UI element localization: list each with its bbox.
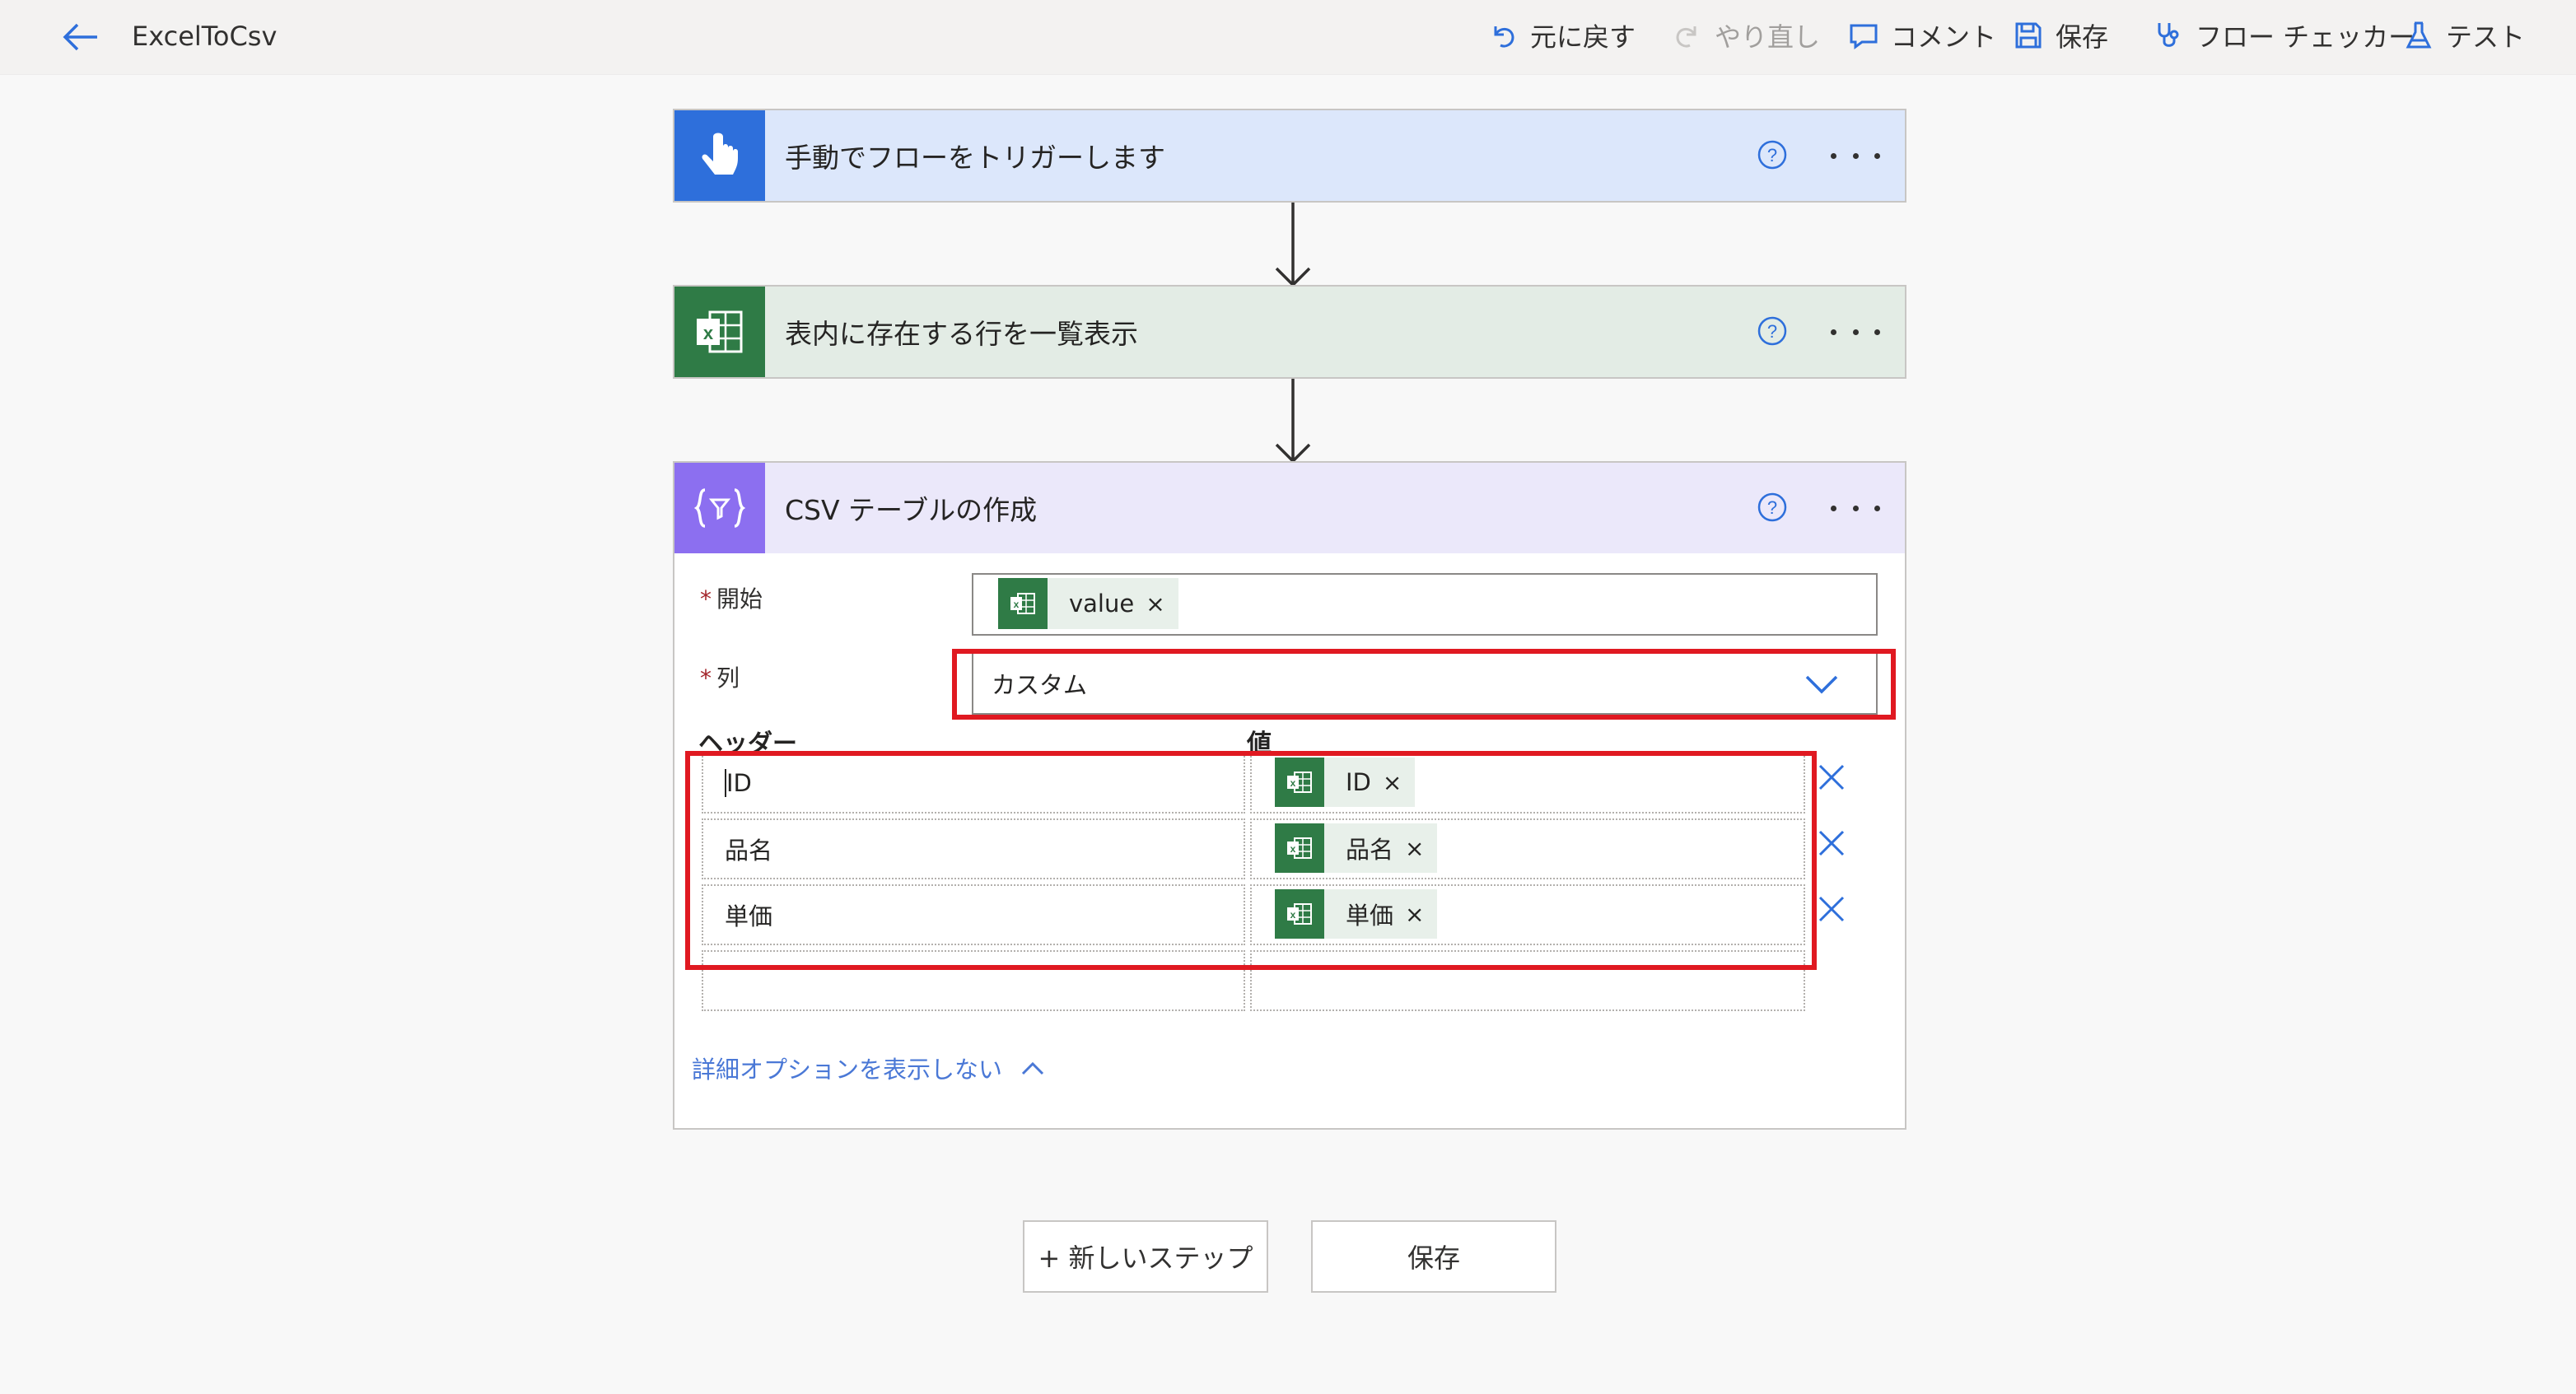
- svg-text:x: x: [1290, 777, 1296, 789]
- comment-label: コメント: [1891, 21, 1997, 53]
- flask-icon: [2406, 21, 2432, 49]
- from-token-label: value: [1069, 590, 1135, 618]
- value-cell-input[interactable]: [1250, 950, 1805, 1011]
- svg-text:x: x: [1290, 843, 1296, 855]
- remove-token-icon[interactable]: ×: [1383, 769, 1402, 796]
- undo-label: 元に戻す: [1530, 21, 1636, 53]
- flow-checker-label: フロー チェッカー: [2196, 21, 2415, 53]
- header-cell-text: ID: [725, 769, 752, 797]
- excel-icon: x: [1275, 889, 1324, 939]
- header-cell-text: 単価: [725, 902, 773, 930]
- svg-text:x: x: [703, 323, 714, 343]
- from-dynamic-token[interactable]: x value ×: [998, 578, 1178, 629]
- save-icon: [2015, 22, 2042, 49]
- advanced-options-label: 詳細オプションを表示しない: [692, 1056, 1003, 1084]
- hide-advanced-options-link[interactable]: 詳細オプションを表示しない: [692, 1051, 1045, 1085]
- header-cell-input[interactable]: ID: [702, 753, 1245, 814]
- more-options-icon[interactable]: [1831, 315, 1880, 348]
- new-step-button[interactable]: + 新しいステップ: [1023, 1220, 1268, 1293]
- excel-icon: x: [1275, 823, 1324, 873]
- create-csv-step-title: CSV テーブルの作成: [785, 494, 1038, 526]
- delete-row-icon[interactable]: [1815, 893, 1848, 925]
- from-field-label: * 開始: [700, 585, 763, 613]
- redo-button[interactable]: やり直し: [1672, 15, 1820, 56]
- value-token-label: ID: [1346, 768, 1371, 796]
- comment-button[interactable]: コメント: [1848, 15, 1996, 56]
- more-options-icon[interactable]: [1831, 139, 1880, 172]
- chevron-up-icon: [1021, 1061, 1044, 1075]
- trigger-step-title: 手動でフローをトリガーします: [785, 142, 1165, 174]
- list-rows-step-card[interactable]: x 表内に存在する行を一覧表示 ?: [673, 285, 1906, 379]
- back-button[interactable]: [58, 16, 104, 58]
- touch-icon: [674, 110, 765, 201]
- svg-text:?: ?: [1767, 145, 1777, 166]
- delete-row-icon[interactable]: [1815, 827, 1848, 860]
- svg-text:?: ?: [1767, 497, 1777, 518]
- save-command-button[interactable]: 保存: [2013, 15, 2108, 56]
- delete-row-icon[interactable]: [1815, 761, 1848, 794]
- columns-dropdown-value: カスタム: [992, 671, 1088, 699]
- undo-button[interactable]: 元に戻す: [1487, 15, 1636, 56]
- undo-icon: [1494, 26, 1514, 48]
- svg-text:?: ?: [1767, 321, 1777, 342]
- save-command-label: 保存: [2056, 21, 2109, 53]
- value-dynamic-token[interactable]: x 単価 ×: [1275, 889, 1438, 939]
- connector-arrow-icon: [1275, 203, 1311, 287]
- value-dynamic-token[interactable]: x ID ×: [1275, 758, 1416, 807]
- flow-title: ExcelToCsv: [132, 21, 278, 52]
- header-cell-input[interactable]: 品名: [702, 818, 1245, 879]
- flow-checker-button[interactable]: フロー チェッカー: [2153, 15, 2415, 56]
- remove-token-icon[interactable]: ×: [1146, 590, 1164, 618]
- data-operation-icon: [674, 463, 765, 553]
- command-bar: ExcelToCsv 元に戻す やり直し コメント 保存 フロー チェッカー テ…: [0, 0, 2576, 75]
- test-label: テスト: [2446, 21, 2526, 53]
- list-rows-step-title: 表内に存在する行を一覧表示: [785, 318, 1138, 350]
- value-token-label: 単価: [1346, 902, 1394, 930]
- back-arrow-icon: [63, 23, 97, 51]
- save-button[interactable]: 保存: [1311, 1220, 1556, 1293]
- excel-icon: x: [998, 578, 1048, 629]
- excel-icon: x: [1275, 758, 1324, 807]
- columns-dropdown[interactable]: カスタム: [972, 652, 1878, 715]
- help-icon[interactable]: ?: [1757, 492, 1788, 523]
- svg-text:x: x: [1290, 909, 1296, 921]
- value-token-label: 品名: [1346, 836, 1394, 864]
- connector-arrow-icon: [1275, 379, 1311, 464]
- redo-label: やり直し: [1715, 21, 1821, 53]
- columns-field-label: * 列: [700, 664, 740, 692]
- svg-text:x: x: [1014, 599, 1020, 610]
- excel-icon: x: [674, 287, 765, 377]
- header-cell-text: 品名: [725, 837, 773, 865]
- redo-icon: [1676, 26, 1696, 48]
- header-cell-input[interactable]: [702, 950, 1245, 1011]
- chevron-down-icon[interactable]: [1804, 670, 1840, 698]
- help-icon[interactable]: ?: [1757, 315, 1788, 347]
- test-button[interactable]: テスト: [2403, 15, 2525, 56]
- help-icon[interactable]: ?: [1757, 139, 1788, 170]
- remove-token-icon[interactable]: ×: [1405, 835, 1424, 862]
- create-csv-step-header[interactable]: CSV テーブルの作成 ?: [674, 463, 1905, 553]
- remove-token-icon[interactable]: ×: [1405, 901, 1424, 928]
- value-dynamic-token[interactable]: x 品名 ×: [1275, 823, 1438, 873]
- comment-icon: [1850, 24, 1878, 49]
- stethoscope-icon: [2158, 23, 2179, 47]
- more-options-icon[interactable]: [1831, 492, 1880, 524]
- trigger-step-card[interactable]: 手動でフローをトリガーします ?: [673, 109, 1906, 203]
- header-cell-input[interactable]: 単価: [702, 884, 1245, 945]
